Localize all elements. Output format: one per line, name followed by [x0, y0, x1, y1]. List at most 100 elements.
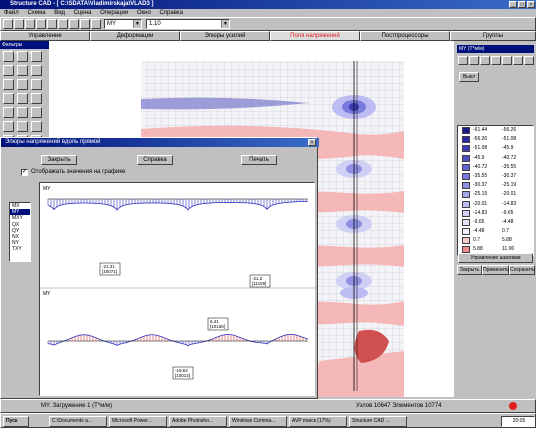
legend-color: [462, 145, 470, 153]
tab-postprocessors[interactable]: Постпроцессоры: [360, 31, 450, 41]
dialog-help-button[interactable]: Справка: [137, 155, 173, 165]
pan-icon[interactable]: [58, 19, 68, 29]
window-title: Structure CAD - [ C:\SDATA\Vladimirskaja…: [10, 1, 154, 7]
dialog-close-icon[interactable]: ×: [308, 139, 316, 146]
menu-item-file[interactable]: Файл: [4, 10, 19, 16]
maximize-button[interactable]: □: [518, 1, 526, 8]
legend-color: [462, 191, 470, 199]
filter-tool-icon[interactable]: [3, 93, 14, 104]
legend-row: -45.9 -40.72: [458, 154, 533, 163]
legend-close-button[interactable]: Закрыть: [457, 265, 482, 275]
close-button[interactable]: ×: [527, 1, 535, 8]
scale-mode-icon-3[interactable]: [480, 56, 490, 65]
tab-groups[interactable]: Группы: [450, 31, 536, 41]
plot2-curve: [47, 333, 309, 347]
filter-tool-icon[interactable]: [17, 51, 28, 62]
filter-tool-icon[interactable]: [3, 121, 14, 132]
filter-tool-icon[interactable]: [31, 51, 42, 62]
legend-color: [462, 154, 470, 162]
filter-tool-icon[interactable]: [31, 65, 42, 76]
filter-tool-icon[interactable]: [31, 121, 42, 132]
off-button[interactable]: Выкл: [459, 72, 479, 82]
filter-tool-icon[interactable]: [17, 79, 28, 90]
select-icon[interactable]: [80, 19, 90, 29]
legend-row: -20.01 -14.83: [458, 200, 533, 209]
filter-tool-icon[interactable]: [31, 93, 42, 104]
stress-diagrams: MY -21.31 [10071] -21.2 [11159] MY -19.6…: [40, 186, 316, 380]
plot1-annotation-2: -21.2 [11159]: [249, 274, 271, 288]
tab-force-diagrams[interactable]: Эпюры усилий: [180, 31, 270, 41]
legend-apply-button[interactable]: Применить: [482, 265, 509, 275]
dialog-close-button[interactable]: Закрыть: [41, 155, 77, 165]
legend-table: -61.44 -56.26 -56.26 -51.08 -51.08 -45.9…: [457, 125, 534, 256]
filter-tool-icon[interactable]: [17, 65, 28, 76]
scale-mode-icon-5[interactable]: [502, 56, 512, 65]
filter-tool-icon[interactable]: [31, 79, 42, 90]
filter-tool-icon[interactable]: [3, 79, 14, 90]
filter-tool-icon[interactable]: [3, 51, 14, 62]
dialog-title: Эпюры напряжений вдоль прямой: [1, 138, 319, 147]
taskbar-item[interactable]: Microsoft Power...: [109, 416, 167, 427]
start-button[interactable]: Пуск: [3, 416, 29, 427]
filter-icon[interactable]: [91, 19, 101, 29]
menu-bar: Файл Схема Вид Сцена Операции Окно Справ…: [0, 9, 536, 17]
filter-tool-icon[interactable]: [17, 107, 28, 118]
component-list-item[interactable]: TXY: [10, 246, 30, 252]
print-icon[interactable]: [25, 19, 35, 29]
status-bar: MY. Загружение 1 (Т*м/м) Узлов 10647 Эле…: [0, 399, 536, 413]
dialog-print-button[interactable]: Печать: [241, 155, 277, 165]
filter-tool-icon[interactable]: [17, 93, 28, 104]
scale-mode-icon-6[interactable]: [513, 56, 523, 65]
fit-icon[interactable]: [69, 19, 79, 29]
show-values-checkbox[interactable]: ✓: [21, 169, 28, 176]
open-icon[interactable]: [3, 19, 13, 29]
taskbar-item[interactable]: Structure CAD ...: [349, 416, 407, 427]
filter-tool-icon[interactable]: [17, 121, 28, 132]
taskbar-item[interactable]: C:\Documents a...: [49, 416, 107, 427]
legend-save-button[interactable]: Сохранить: [509, 265, 535, 275]
save-icon[interactable]: [14, 19, 24, 29]
svg-text:[11159]: [11159]: [252, 281, 266, 286]
plot2-annotation-1: -19.64 [10014]: [172, 366, 194, 380]
legend-title: MY (Т*м/м): [457, 45, 534, 53]
component-list[interactable]: MX MY MXY QX QY NX NY TXY: [9, 202, 31, 262]
filter-tool-icon[interactable]: [3, 65, 14, 76]
tab-deformations[interactable]: Деформации: [90, 31, 180, 41]
menu-item-scheme[interactable]: Схема: [27, 10, 45, 16]
manage-scales-button[interactable]: Управление шкалами: [458, 253, 533, 263]
result-type-select[interactable]: MY ▼: [104, 19, 142, 29]
legend-color: [462, 218, 470, 226]
menu-item-scene[interactable]: Сцена: [74, 10, 92, 16]
plot1-label: MY: [43, 186, 51, 192]
taskbar-item[interactable]: AVP поиск (17%): [289, 416, 347, 427]
scale-mode-icon-1[interactable]: [458, 56, 468, 65]
zoom-icon[interactable]: [36, 19, 46, 29]
taskbar: Пуск C:\Documents a... Microsoft Power...…: [0, 413, 536, 428]
menu-item-help[interactable]: Справка: [159, 10, 183, 16]
tab-control[interactable]: Управление: [0, 31, 90, 41]
filter-tool-icon[interactable]: [31, 107, 42, 118]
rotate-icon[interactable]: [47, 19, 57, 29]
filter-tool-icon[interactable]: [3, 107, 14, 118]
plot1-annotation-1: -21.31 [10071]: [99, 262, 121, 276]
tab-stress-fields[interactable]: Поля напряжений: [270, 31, 360, 41]
minimize-button[interactable]: _: [509, 1, 517, 8]
scale-mode-icon-4[interactable]: [491, 56, 501, 65]
scale-mode-icon-2[interactable]: [469, 56, 479, 65]
legend-row: -25.19 -20.01: [458, 190, 533, 199]
legend-row: -35.55 -30.37: [458, 172, 533, 181]
load-case-select[interactable]: 1.10 ▼: [146, 19, 230, 29]
status-text: MY. Загружение 1 (Т*м/м): [41, 403, 112, 409]
legend-row: -14.83 -9.65: [458, 209, 533, 218]
clock: 20:05: [501, 416, 535, 427]
menu-item-window[interactable]: Окно: [137, 10, 151, 16]
menu-item-view[interactable]: Вид: [54, 10, 65, 16]
menu-item-operations[interactable]: Операции: [100, 10, 128, 16]
taskbar-item[interactable]: Adobe Photosho...: [169, 416, 227, 427]
taskbar-item[interactable]: Windows Comma...: [229, 416, 287, 427]
svg-text:[10014]: [10014]: [175, 373, 190, 378]
legend-row: -51.08 -45.9: [458, 144, 533, 153]
status-indicator-icon: [509, 402, 517, 410]
scale-mode-icon-7[interactable]: [524, 56, 534, 65]
legend-color: [462, 172, 470, 180]
